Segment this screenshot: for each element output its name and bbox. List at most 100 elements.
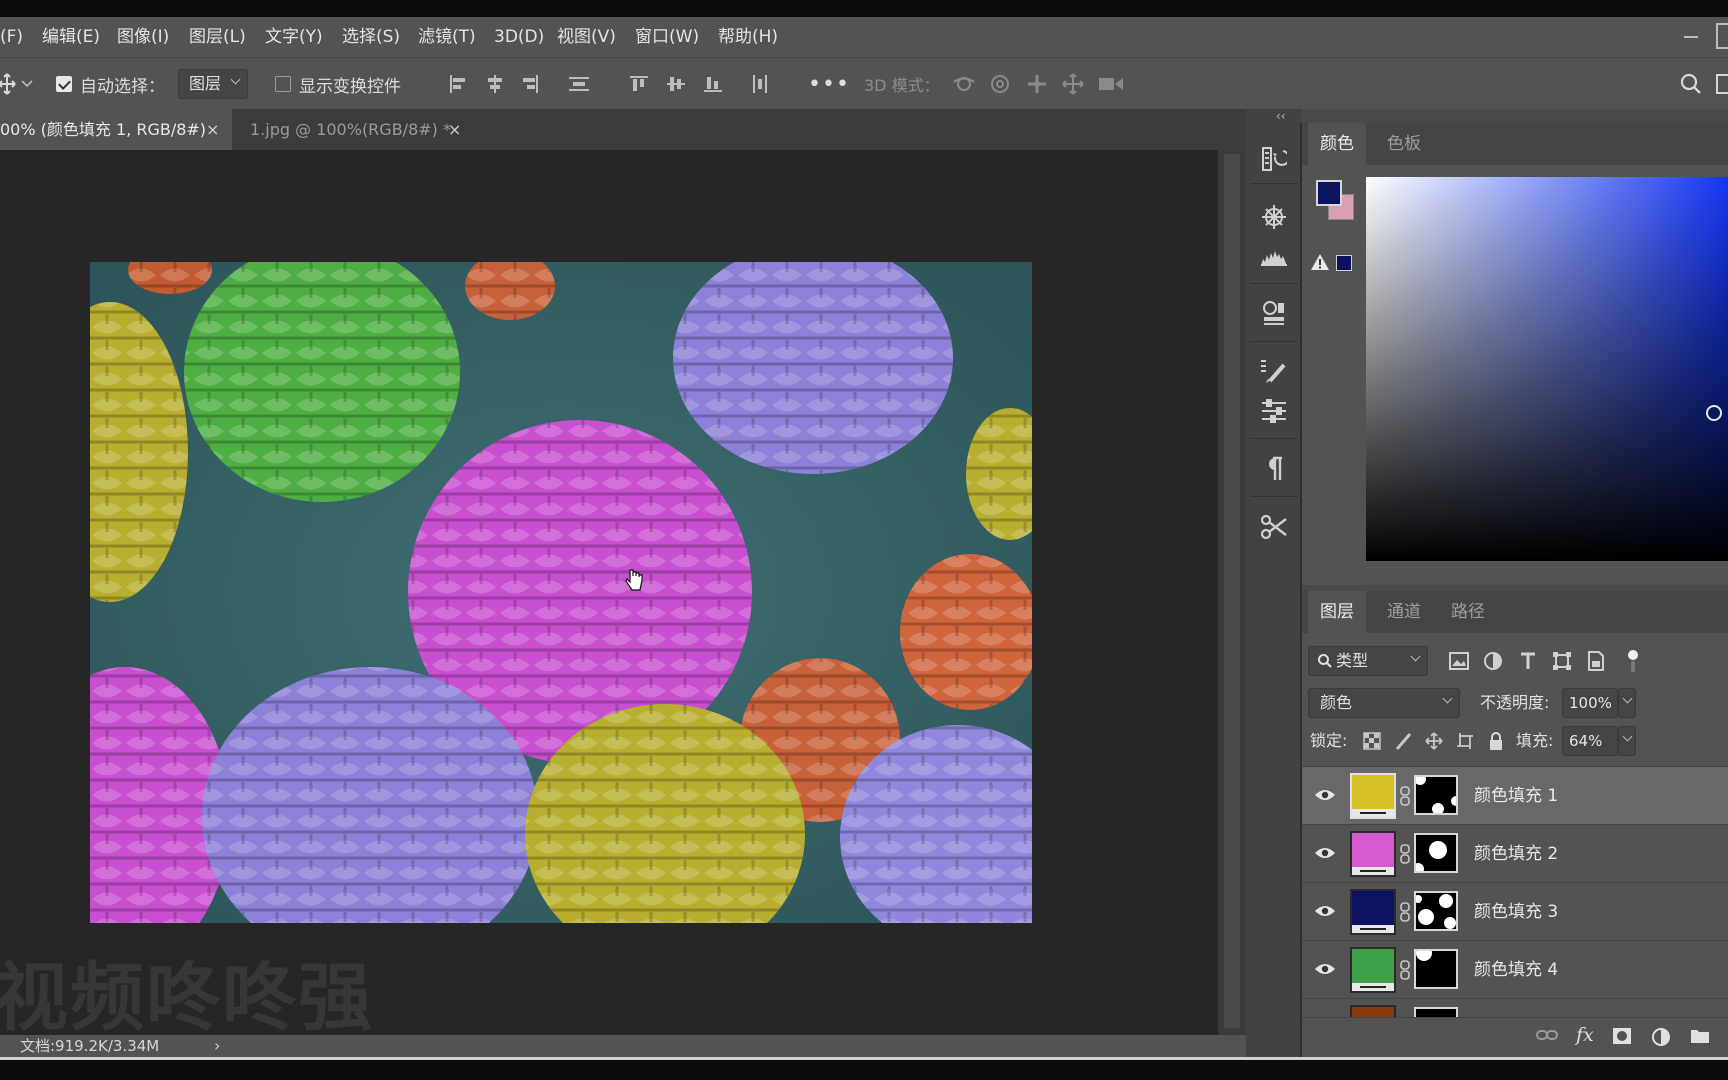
layer-mask-thumbnail[interactable] [1414, 891, 1458, 931]
filter-shape-layers-icon[interactable] [1551, 650, 1573, 672]
new-fill-adjustment-layer-icon[interactable] [1651, 1027, 1671, 1051]
layer-row[interactable]: 颜色填充 3 [1302, 882, 1728, 940]
new-group-folder-icon[interactable] [1690, 1027, 1710, 1049]
tab-swatches[interactable]: 色板 [1375, 123, 1433, 165]
info-icon[interactable] [1256, 296, 1292, 330]
history-icon[interactable] [1256, 142, 1292, 176]
layer-mask-thumbnail[interactable] [1414, 949, 1458, 989]
tab-1-jpg[interactable]: 1.jpg @ 100%(RGB/8#) * × [232, 109, 468, 150]
layer-color-thumbnail[interactable] [1350, 889, 1396, 935]
brushes-icon[interactable] [1256, 354, 1292, 388]
window-minimize-button[interactable] [1680, 25, 1702, 47]
vertical-scrollbar[interactable] [1218, 150, 1246, 1035]
align-left-icon[interactable] [448, 74, 468, 94]
distribute-horizontal-icon[interactable] [750, 74, 770, 94]
visibility-eye-icon[interactable] [1314, 787, 1336, 807]
3d-camera-icon[interactable] [1098, 72, 1124, 96]
tab-color-fill-document[interactable]: 00% (颜色填充 1, RGB/8#) × [0, 109, 232, 150]
lock-image-pixels-icon[interactable] [1393, 731, 1413, 751]
tab-close-icon[interactable]: × [448, 109, 461, 150]
layer-row[interactable]: 颜色填充 4 [1302, 940, 1728, 998]
layer-mask-thumbnail[interactable] [1414, 775, 1458, 815]
show-transform-checkbox[interactable] [275, 76, 291, 92]
layer-color-thumbnail[interactable] [1350, 1005, 1396, 1017]
navigator-compass-icon[interactable] [1256, 200, 1292, 234]
fill-field[interactable]: 64% [1562, 726, 1618, 756]
window-maximize-button[interactable] [1716, 23, 1728, 49]
menu-type[interactable]: 文字(Y) [265, 17, 323, 57]
mask-link-chain-icon[interactable] [1400, 902, 1410, 926]
layer-mask-thumbnail[interactable] [1414, 833, 1458, 873]
status-menu-arrow-icon[interactable]: › [214, 1035, 220, 1057]
align-top-icon[interactable] [629, 74, 649, 94]
menu-layer[interactable]: 图层(L) [189, 17, 246, 57]
align-horizontal-center-icon[interactable] [485, 74, 505, 94]
lock-transparent-pixels-icon[interactable] [1362, 731, 1382, 751]
color-picker-handle[interactable] [1706, 405, 1722, 421]
distribute-vertical-icon[interactable] [568, 74, 590, 94]
workspace-icon[interactable] [1716, 72, 1728, 96]
filter-toggle-icon[interactable] [1622, 648, 1644, 674]
more-options-button[interactable]: ••• [808, 58, 850, 110]
visibility-eye-icon[interactable] [1314, 845, 1336, 865]
menu-edit[interactable]: 编辑(E) [42, 17, 100, 57]
mask-link-chain-icon[interactable] [1400, 844, 1410, 868]
tab-layers[interactable]: 图层 [1308, 591, 1366, 633]
lock-artboard-icon[interactable] [1455, 731, 1475, 751]
align-vertical-center-icon[interactable] [666, 74, 686, 94]
layer-row[interactable]: 颜色填充 2 [1302, 824, 1728, 882]
layer-mask-thumbnail[interactable] [1414, 1007, 1458, 1017]
collapse-panels-icon[interactable]: ‹‹ [1276, 109, 1286, 123]
layer-color-thumbnail[interactable] [1350, 773, 1396, 819]
auto-select-checkbox[interactable] [56, 76, 72, 92]
align-right-icon[interactable] [520, 74, 540, 94]
3d-pan-icon[interactable] [1025, 72, 1049, 96]
lock-position-icon[interactable] [1424, 731, 1444, 751]
tab-close-icon[interactable]: × [206, 109, 219, 150]
filter-pixel-layers-icon[interactable] [1448, 650, 1470, 672]
menu-help[interactable]: 帮助(H) [718, 17, 778, 57]
visibility-eye-icon[interactable] [1314, 961, 1336, 981]
document-canvas-image[interactable] [90, 262, 1032, 923]
move-tool-icon[interactable] [0, 72, 16, 96]
3d-orbit-icon[interactable] [951, 72, 977, 96]
filter-smart-objects-icon[interactable] [1585, 650, 1607, 672]
color-spectrum-field[interactable] [1366, 177, 1728, 561]
menu-filter[interactable]: 滤镜(T) [418, 17, 476, 57]
web-safe-color-swatch[interactable] [1336, 255, 1352, 271]
tab-color[interactable]: 颜色 [1308, 123, 1366, 165]
menu-image[interactable]: 图像(I) [117, 17, 169, 57]
auto-select-target-select[interactable]: 图层 [178, 69, 248, 99]
search-icon[interactable] [1679, 72, 1703, 96]
adjustments-sliders-icon[interactable] [1256, 394, 1292, 428]
histogram-icon[interactable] [1256, 240, 1292, 274]
menu-select[interactable]: 选择(S) [342, 17, 400, 57]
layer-row[interactable]: 颜色填充 1 [1302, 766, 1728, 824]
menu-file[interactable]: (F) [0, 17, 23, 57]
opacity-field[interactable]: 100% [1562, 688, 1618, 718]
add-mask-icon[interactable] [1612, 1027, 1632, 1049]
menu-view[interactable]: 视图(V) [557, 17, 616, 57]
tool-presets-scissors-icon[interactable] [1256, 510, 1292, 544]
out-of-gamut-warning-icon[interactable] [1310, 253, 1330, 275]
visibility-eye-icon[interactable] [1314, 903, 1336, 923]
align-bottom-icon[interactable] [703, 74, 723, 94]
mask-link-chain-icon[interactable] [1400, 786, 1410, 810]
fill-dropdown[interactable] [1618, 726, 1636, 756]
filter-type-layers-icon[interactable] [1517, 650, 1539, 672]
filter-adjustment-layers-icon[interactable] [1482, 650, 1504, 672]
link-layers-icon[interactable] [1536, 1027, 1558, 1046]
layer-style-fx-icon[interactable]: fx [1576, 1024, 1594, 1046]
menu-3d[interactable]: 3D(D) [494, 17, 544, 57]
menu-window[interactable]: 窗口(W) [635, 17, 699, 57]
3d-roll-icon[interactable] [988, 72, 1012, 96]
tool-preset-chevron-icon[interactable] [20, 78, 34, 90]
auto-select-toggle[interactable]: 自动选择： [56, 58, 165, 110]
tab-paths[interactable]: 路径 [1439, 591, 1497, 633]
3d-slide-icon[interactable] [1061, 72, 1085, 96]
layer-color-thumbnail[interactable] [1350, 947, 1396, 993]
layer-color-thumbnail[interactable] [1350, 831, 1396, 877]
show-transform-toggle[interactable]: 显示变换控件 [275, 58, 401, 110]
paragraph-icon[interactable] [1256, 452, 1292, 486]
foreground-color-swatch[interactable] [1316, 180, 1342, 206]
